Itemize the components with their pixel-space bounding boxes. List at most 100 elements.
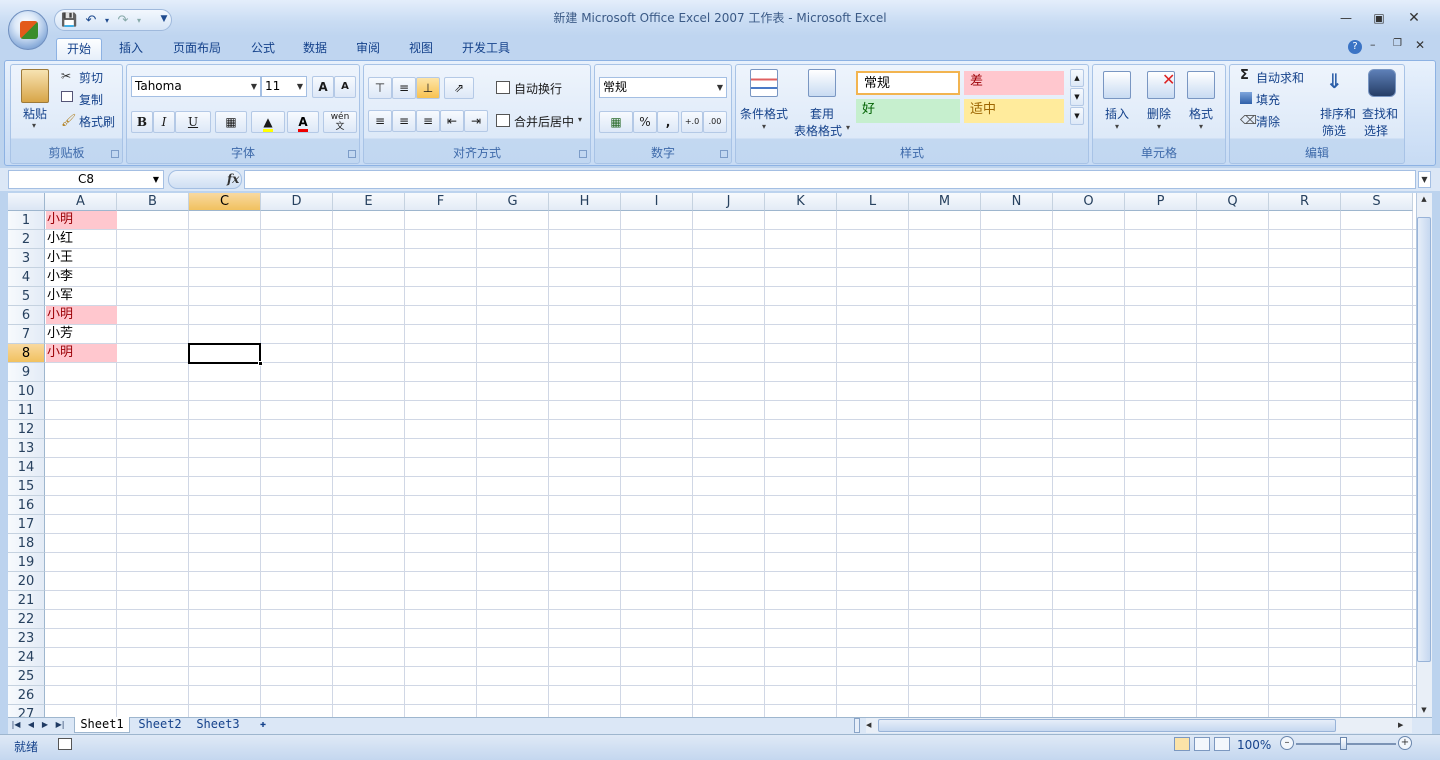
select-all-button[interactable] <box>8 193 45 211</box>
sort-filter-button[interactable]: 筛选 <box>1322 122 1346 139</box>
tab-page-layout[interactable]: 页面布局 <box>162 38 232 60</box>
scroll-left-icon[interactable]: ◀ <box>866 719 876 732</box>
merge-center-button[interactable]: 合并后居中 <box>514 113 574 130</box>
column-header-q[interactable]: Q <box>1197 193 1269 211</box>
cell-a8[interactable]: 小明 <box>46 344 117 362</box>
format-dropdown-icon[interactable]: ▾ <box>1199 122 1203 131</box>
zoom-out-icon[interactable]: – <box>1280 736 1294 750</box>
column-header-a[interactable]: A <box>45 193 117 211</box>
last-sheet-icon[interactable]: ▶| <box>54 718 66 732</box>
row-header-10[interactable]: 10 <box>8 382 45 401</box>
column-header-s[interactable]: S <box>1341 193 1413 211</box>
paste-button[interactable]: 粘贴 <box>23 105 47 122</box>
align-top-button[interactable]: ⊤ <box>368 77 392 99</box>
delete-cells-button[interactable]: 删除 <box>1147 105 1171 122</box>
row-header-11[interactable]: 11 <box>8 401 45 420</box>
shrink-font-button[interactable]: A <box>334 76 356 98</box>
row-header-13[interactable]: 13 <box>8 439 45 458</box>
row-header-8[interactable]: 8 <box>8 344 45 363</box>
tab-split-handle[interactable] <box>854 718 860 733</box>
row-header-7[interactable]: 7 <box>8 325 45 344</box>
sheet-tab-3[interactable]: Sheet3 <box>190 717 246 733</box>
align-right-button[interactable]: ≡ <box>416 110 440 132</box>
styles-more-button[interactable]: ▼ <box>1070 107 1084 125</box>
increase-indent-button[interactable]: ⇥ <box>464 110 488 132</box>
column-header-l[interactable]: L <box>837 193 909 211</box>
zoom-in-icon[interactable]: + <box>1398 736 1412 750</box>
bold-button[interactable]: B <box>131 111 153 133</box>
cut-button[interactable]: 剪切 <box>79 69 103 86</box>
column-header-m[interactable]: M <box>909 193 981 211</box>
row-header-4[interactable]: 4 <box>8 268 45 287</box>
sort-label-1[interactable]: 排序和 <box>1320 105 1356 122</box>
zoom-slider-thumb[interactable] <box>1340 737 1347 750</box>
tab-home[interactable]: 开始 <box>56 38 102 60</box>
column-header-h[interactable]: H <box>549 193 621 211</box>
underline-button[interactable]: U <box>175 111 211 133</box>
macro-record-icon[interactable] <box>58 738 72 750</box>
row-header-19[interactable]: 19 <box>8 553 45 572</box>
column-header-g[interactable]: G <box>477 193 549 211</box>
tab-developer[interactable]: 开发工具 <box>452 38 520 60</box>
decrease-indent-button[interactable]: ⇤ <box>440 110 464 132</box>
table-format-dropdown-icon[interactable]: ▾ <box>846 123 850 132</box>
insert-function-icon[interactable]: fx <box>227 172 239 186</box>
clear-button[interactable]: 清除 <box>1256 113 1280 130</box>
decrease-decimal-button[interactable]: .00 <box>703 111 727 133</box>
column-header-b[interactable]: B <box>117 193 189 211</box>
cell-a6[interactable]: 小明 <box>46 306 117 324</box>
column-header-j[interactable]: J <box>693 193 765 211</box>
row-header-18[interactable]: 18 <box>8 534 45 553</box>
column-header-n[interactable]: N <box>981 193 1053 211</box>
horizontal-scroll-thumb[interactable] <box>878 719 1336 732</box>
fill-color-button[interactable]: ▲ <box>251 111 285 133</box>
format-cells-button[interactable]: 格式 <box>1189 105 1213 122</box>
row-header-20[interactable]: 20 <box>8 572 45 591</box>
copy-button[interactable]: 复制 <box>79 91 103 108</box>
conditional-format-dropdown-icon[interactable]: ▾ <box>762 122 766 131</box>
style-good[interactable]: 好 <box>856 99 960 123</box>
row-header-15[interactable]: 15 <box>8 477 45 496</box>
first-sheet-icon[interactable]: |◀ <box>10 718 22 732</box>
column-header-o[interactable]: O <box>1053 193 1125 211</box>
column-header-f[interactable]: F <box>405 193 477 211</box>
tab-data[interactable]: 数据 <box>292 38 338 60</box>
fill-handle[interactable] <box>258 361 263 366</box>
align-middle-button[interactable]: ≡ <box>392 77 416 99</box>
row-header-23[interactable]: 23 <box>8 629 45 648</box>
align-bottom-button[interactable]: ⊥ <box>416 77 440 99</box>
font-color-button[interactable]: A <box>287 111 319 133</box>
fill-button[interactable]: 填充 <box>1256 91 1280 108</box>
wrap-text-button[interactable]: 自动换行 <box>514 80 562 97</box>
minimize-button[interactable]: — <box>1334 9 1358 27</box>
row-header-24[interactable]: 24 <box>8 648 45 667</box>
row-header-16[interactable]: 16 <box>8 496 45 515</box>
row-header-22[interactable]: 22 <box>8 610 45 629</box>
merge-dropdown-icon[interactable]: ▾ <box>578 115 582 124</box>
styles-scroll-down-button[interactable]: ▼ <box>1070 88 1084 106</box>
row-header-14[interactable]: 14 <box>8 458 45 477</box>
paste-dropdown-icon[interactable]: ▾ <box>32 121 36 130</box>
scroll-right-icon[interactable]: ▶ <box>1398 719 1408 732</box>
table-format-label-1[interactable]: 套用 <box>810 105 834 122</box>
column-header-e[interactable]: E <box>333 193 405 211</box>
cell-a5[interactable]: 小军 <box>46 287 117 305</box>
number-format-select[interactable]: 常规 ▼ <box>599 77 727 98</box>
prev-sheet-icon[interactable]: ◀ <box>25 718 37 732</box>
phonetic-button[interactable]: wén 文 <box>323 111 357 133</box>
row-header-27[interactable]: 27 <box>8 705 45 717</box>
increase-decimal-button[interactable]: +.0 <box>681 111 703 133</box>
italic-button[interactable]: I <box>153 111 175 133</box>
paste-icon[interactable] <box>21 69 49 103</box>
doc-close-button[interactable]: ✕ <box>1415 38 1425 52</box>
find-label-1[interactable]: 查找和 <box>1362 105 1398 122</box>
align-left-button[interactable]: ≡ <box>368 110 392 132</box>
column-header-i[interactable]: I <box>621 193 693 211</box>
row-header-21[interactable]: 21 <box>8 591 45 610</box>
name-box-dropdown-icon[interactable]: ▼ <box>153 171 159 188</box>
zoom-level[interactable]: 100% <box>1237 738 1271 752</box>
row-header-5[interactable]: 5 <box>8 287 45 306</box>
tab-review[interactable]: 审阅 <box>345 38 391 60</box>
column-header-r[interactable]: R <box>1269 193 1341 211</box>
row-header-9[interactable]: 9 <box>8 363 45 382</box>
